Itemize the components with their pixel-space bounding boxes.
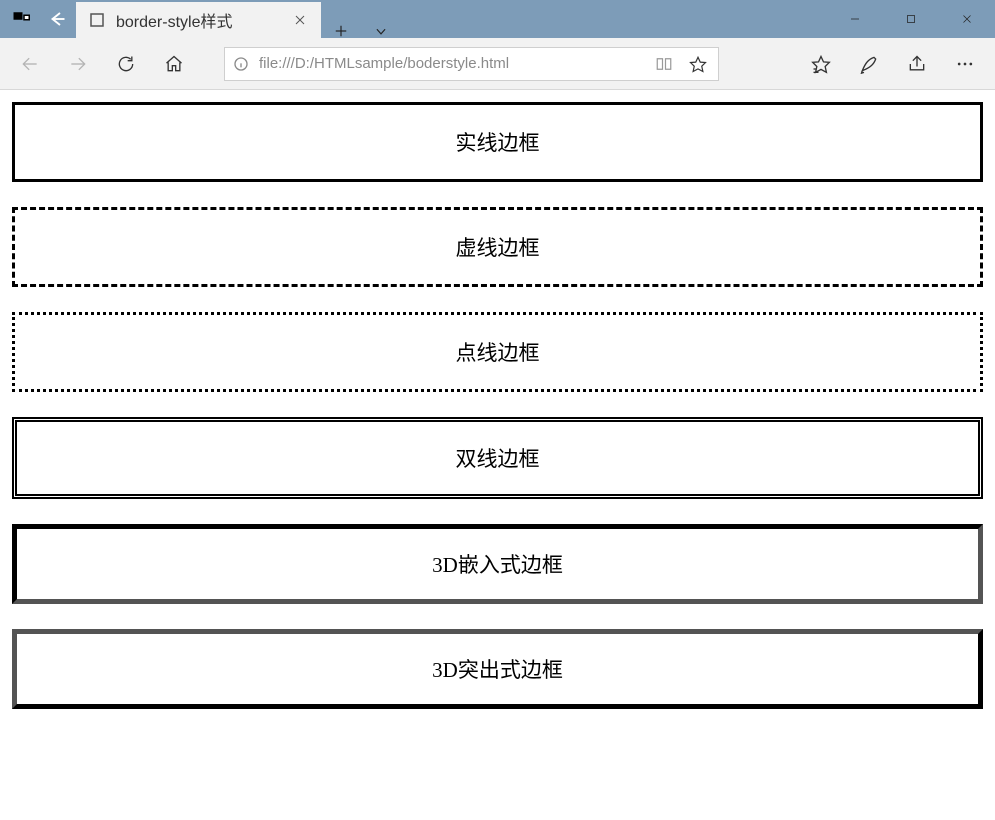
demo-box-solid: 实线边框 [12, 102, 983, 182]
nav-forward-button[interactable] [56, 42, 100, 86]
demo-box-label: 点线边框 [456, 337, 540, 367]
window-minimize-button[interactable] [827, 0, 883, 38]
new-tab-button[interactable] [321, 24, 361, 38]
web-notes-icon[interactable] [847, 42, 891, 86]
nav-back-button[interactable] [8, 42, 52, 86]
nav-home-button[interactable] [152, 42, 196, 86]
demo-box-label: 3D突出式边框 [432, 654, 563, 684]
window-titlebar: border-style样式 [0, 0, 995, 38]
titlebar-left-controls [0, 0, 76, 38]
nav-refresh-button[interactable] [104, 42, 148, 86]
demo-box-outset: 3D突出式边框 [12, 629, 983, 709]
address-bar-url: file:///D:/HTMLsample/boderstyle.html [259, 55, 642, 72]
more-menu-icon[interactable] [943, 42, 987, 86]
page-icon [88, 11, 106, 29]
reading-view-icon[interactable] [652, 55, 676, 73]
tab-strip: border-style样式 [76, 0, 401, 38]
tab-title: border-style样式 [116, 8, 277, 32]
demo-box-label: 虚线边框 [456, 232, 540, 262]
set-aside-tabs-icon[interactable] [46, 8, 68, 30]
browser-tab-active[interactable]: border-style样式 [76, 2, 321, 38]
window-controls [827, 0, 995, 38]
demo-box-label: 双线边框 [456, 443, 540, 473]
share-icon[interactable] [895, 42, 939, 86]
browser-toolbar: file:///D:/HTMLsample/boderstyle.html [0, 38, 995, 90]
tab-actions-button[interactable] [361, 24, 401, 38]
demo-box-double: 双线边框 [12, 417, 983, 499]
task-view-icon[interactable] [10, 8, 32, 30]
demo-box-label: 实线边框 [456, 127, 540, 157]
window-maximize-button[interactable] [883, 0, 939, 38]
window-close-button[interactable] [939, 0, 995, 38]
demo-box-inset: 3D嵌入式边框 [12, 524, 983, 604]
site-info-icon[interactable] [233, 56, 249, 72]
favorite-star-icon[interactable] [686, 55, 710, 73]
demo-box-dashed: 虚线边框 [12, 207, 983, 287]
tab-close-button[interactable] [287, 7, 313, 33]
demo-box-dotted: 点线边框 [12, 312, 983, 392]
titlebar-drag-region [401, 0, 827, 38]
address-bar[interactable]: file:///D:/HTMLsample/boderstyle.html [224, 47, 719, 81]
demo-box-label: 3D嵌入式边框 [432, 549, 563, 579]
page-viewport: 实线边框 虚线边框 点线边框 双线边框 3D嵌入式边框 3D突出式边框 [0, 90, 995, 820]
favorites-hub-icon[interactable] [799, 42, 843, 86]
